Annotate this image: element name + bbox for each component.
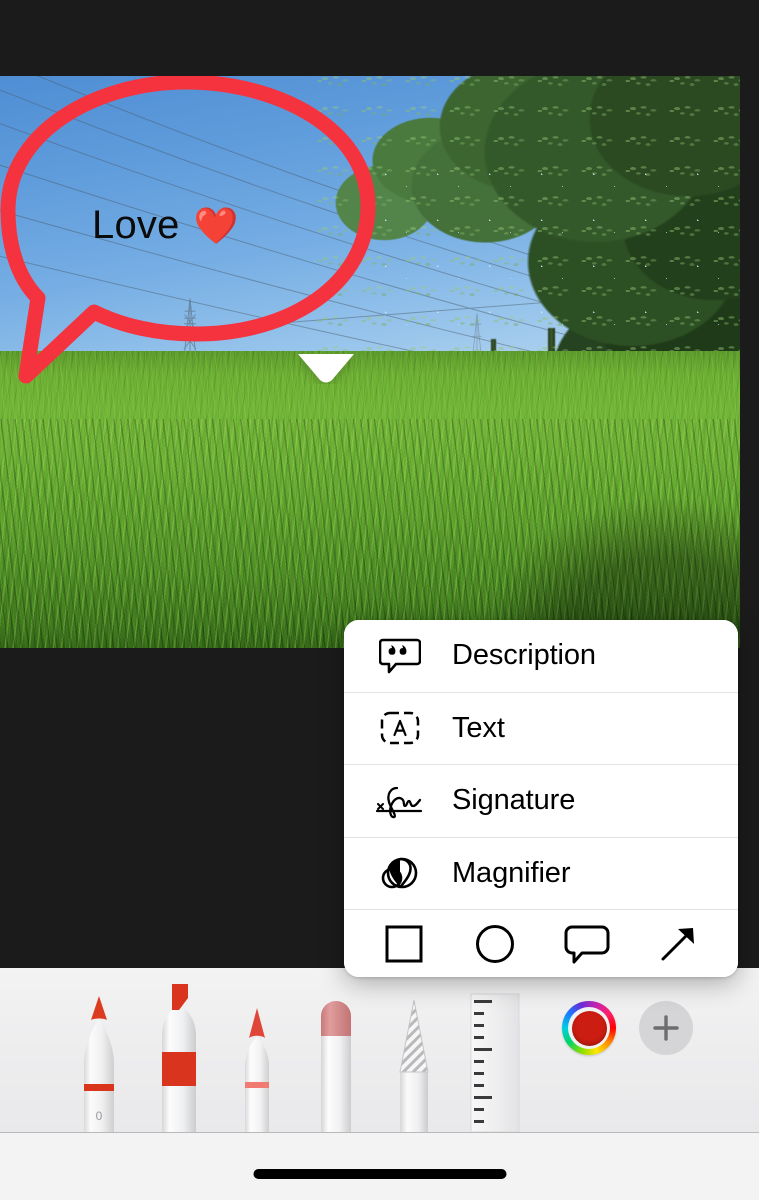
- heart-emoji: ❤️: [193, 204, 239, 246]
- menu-item-label: Signature: [452, 784, 576, 817]
- photo-canvas[interactable]: [0, 76, 740, 648]
- tool-ruler[interactable]: [466, 990, 524, 1132]
- color-picker-button[interactable]: [562, 1001, 616, 1055]
- bubble-text-word: Love: [92, 203, 180, 247]
- arrow-icon[interactable]: [641, 918, 715, 970]
- menu-item-text[interactable]: Text: [344, 692, 738, 765]
- letterbox-top: [0, 0, 759, 76]
- menu-item-label: Magnifier: [452, 856, 571, 889]
- menu-item-magnifier[interactable]: Magnifier: [344, 837, 738, 910]
- plus-icon: [653, 1015, 679, 1041]
- menu-item-label: Description: [452, 639, 596, 672]
- circle-icon[interactable]: [458, 918, 532, 970]
- add-annotation-popover[interactable]: Description Text Signature Magnifier: [344, 620, 738, 977]
- menu-item-signature[interactable]: Signature: [344, 765, 738, 838]
- magnifier-loupe-icon: [370, 851, 430, 895]
- tool-pen[interactable]: 0: [76, 992, 122, 1132]
- markup-tool-tray[interactable]: 0: [0, 968, 759, 1133]
- tool-eraser[interactable]: [312, 996, 360, 1132]
- pen-size-badge: 0: [96, 1109, 103, 1123]
- add-button[interactable]: [639, 1001, 693, 1055]
- menu-item-description[interactable]: Description: [344, 620, 738, 693]
- tool-pencil[interactable]: [236, 992, 278, 1132]
- popover-tail: [298, 354, 354, 384]
- color-picker-current-swatch: [571, 1010, 607, 1046]
- color-picker-ring: [568, 1007, 610, 1049]
- device-screen: Love ❤️ Description Text Signature Magni…: [0, 0, 759, 1200]
- home-indicator[interactable]: [253, 1169, 506, 1179]
- tool-highlighter[interactable]: [152, 980, 206, 1132]
- bubble-text[interactable]: Love ❤️: [92, 203, 239, 248]
- signature-icon: [370, 779, 430, 823]
- text-box-icon: [370, 706, 430, 750]
- tool-lasso[interactable]: [390, 994, 438, 1132]
- photo-scene: [0, 76, 740, 648]
- bottom-bar: [0, 1133, 759, 1200]
- square-icon[interactable]: [367, 918, 441, 970]
- shape-tools-row[interactable]: [344, 910, 738, 977]
- speech-bubble-quote-icon: [370, 634, 430, 678]
- menu-item-label: Text: [452, 711, 505, 744]
- speech-bubble-icon[interactable]: [550, 918, 624, 970]
